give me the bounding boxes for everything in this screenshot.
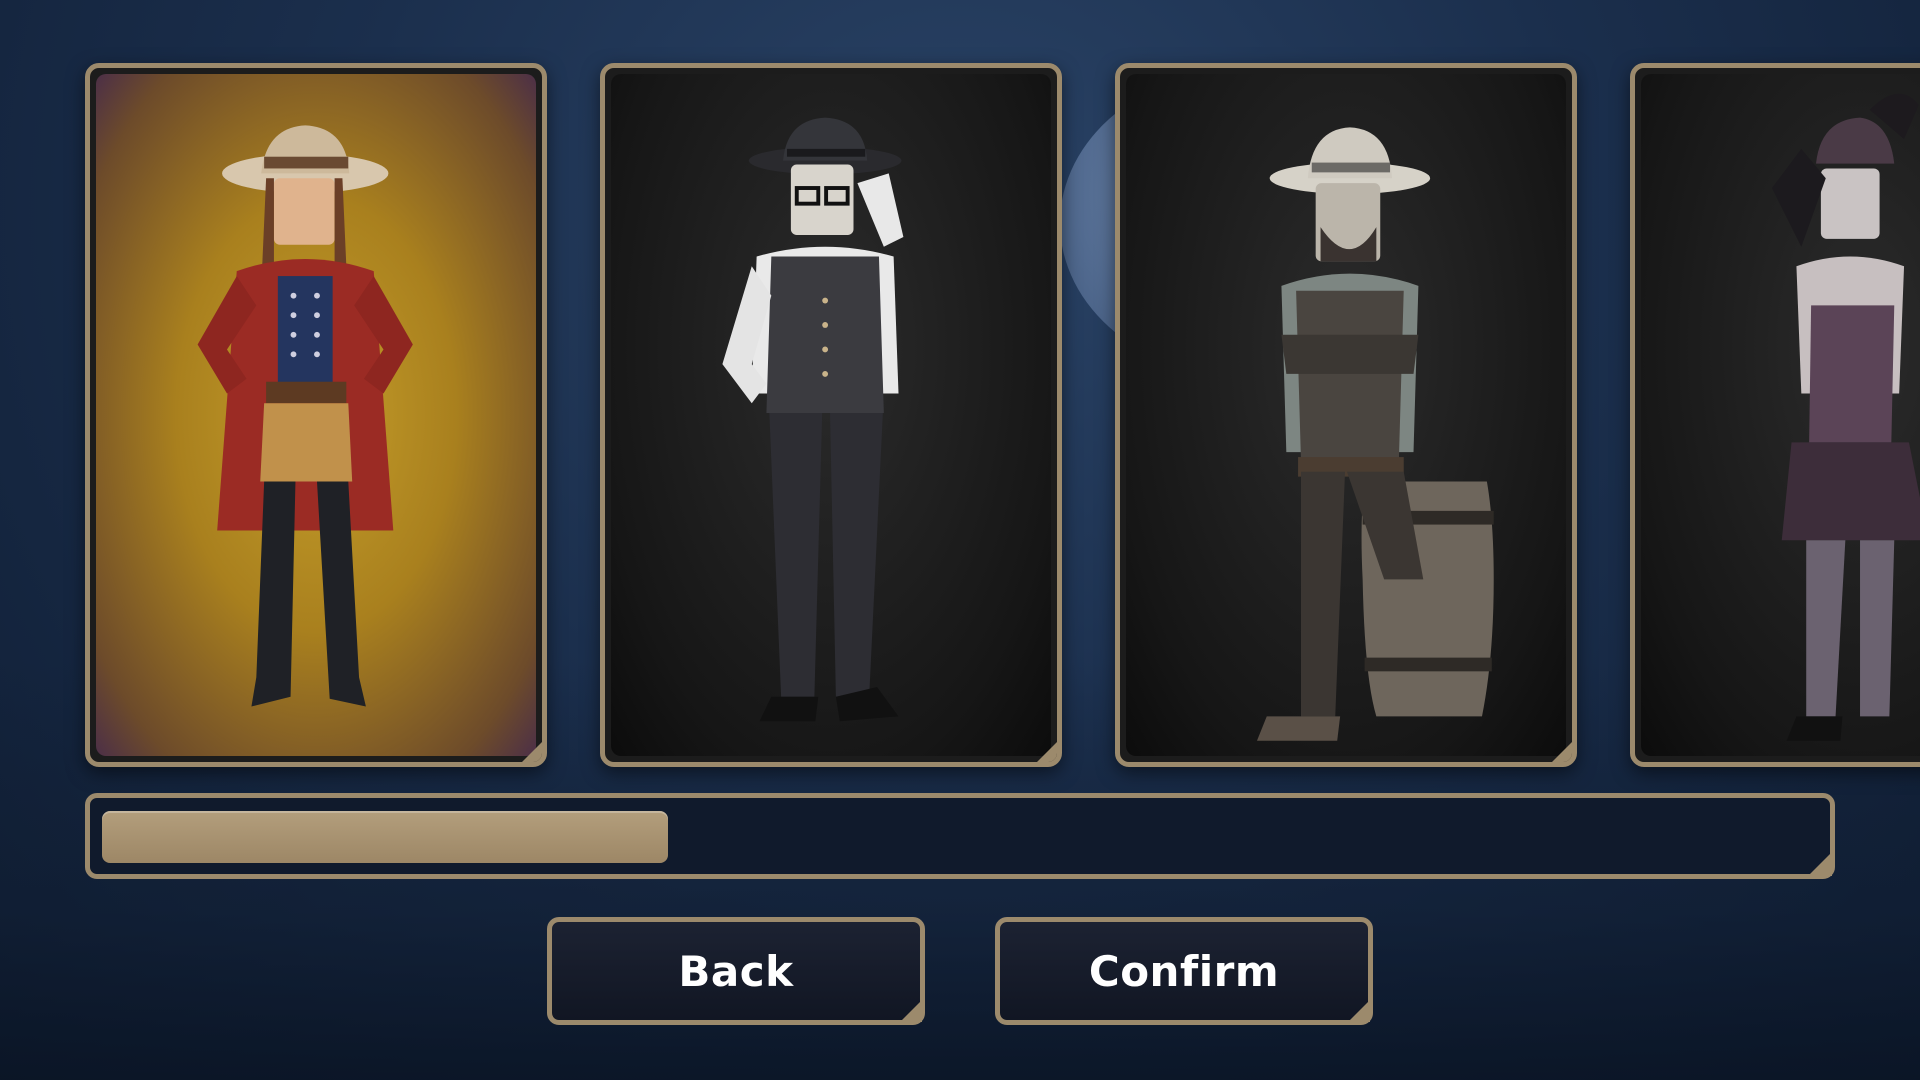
back-button-label: Back bbox=[678, 946, 794, 996]
confirm-button-label: Confirm bbox=[1088, 946, 1280, 996]
scrollbar-thumb[interactable] bbox=[102, 811, 668, 863]
character-card-2[interactable] bbox=[600, 63, 1062, 767]
character-card-1[interactable] bbox=[85, 63, 547, 767]
cowboy-barrel-figure-icon bbox=[1256, 127, 1494, 741]
saloon-dancer-figure-icon bbox=[1771, 93, 1920, 741]
confirm-button[interactable]: Confirm bbox=[995, 917, 1373, 1025]
character-select-screen: Back Confirm bbox=[0, 0, 1920, 1080]
back-button[interactable]: Back bbox=[547, 917, 925, 1025]
character-scrollbar[interactable] bbox=[85, 793, 1835, 879]
gentleman-figure-icon bbox=[722, 117, 904, 722]
character-card-4[interactable] bbox=[1630, 63, 1920, 767]
character-card-3[interactable] bbox=[1115, 63, 1577, 767]
cowgirl-figure-icon bbox=[197, 125, 413, 707]
